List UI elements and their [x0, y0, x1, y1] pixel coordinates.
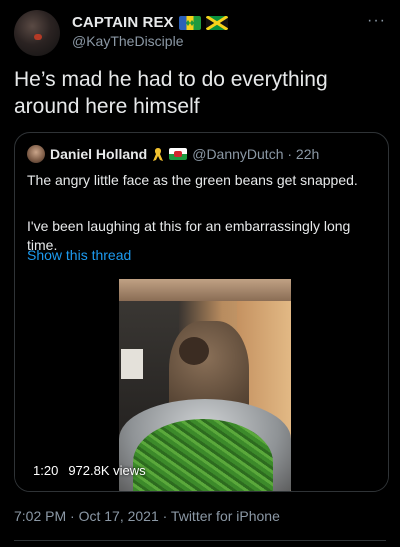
video-player[interactable]: 1:20 972.8K views: [15, 279, 388, 491]
author-name-row: CAPTAIN REX: [72, 14, 228, 31]
tweet-timestamp[interactable]: 7:02 PM · Oct 17, 2021 · Twitter for iPh…: [14, 508, 280, 524]
tweet-header: CAPTAIN REX @KayTheDisciple ···: [14, 10, 386, 58]
tweet-text: He’s mad he had to do everything around …: [14, 68, 328, 118]
quoted-tweet[interactable]: Daniel Holland @DannyDutch · 22h The ang…: [14, 132, 389, 492]
video-duration: 1:20: [33, 463, 59, 478]
quoted-handle-time: @DannyDutch · 22h: [192, 146, 320, 162]
wales-flag-icon: [169, 148, 188, 160]
quoted-tweet-text: The angry little face as the green beans…: [27, 172, 358, 188]
quoted-author-name: Daniel Holland: [50, 146, 148, 162]
author-display-name[interactable]: CAPTAIN REX: [72, 14, 174, 31]
author-handle[interactable]: @KayTheDisciple: [72, 33, 183, 49]
quoted-tweet-header: Daniel Holland @DannyDutch · 22h: [27, 145, 319, 163]
saint-vincent-flag-icon: [178, 15, 201, 30]
video-views: 972.8K views: [68, 463, 146, 478]
jamaica-flag-icon: [205, 15, 228, 30]
divider: [14, 540, 386, 541]
more-options-icon[interactable]: ···: [367, 12, 386, 30]
ribbon-icon: [153, 147, 164, 161]
video-meta: 1:20 972.8K views: [33, 463, 146, 478]
show-thread-link[interactable]: Show this thread: [27, 247, 131, 263]
author-avatar[interactable]: [14, 10, 60, 56]
quoted-author-avatar: [27, 145, 45, 163]
video-thumbnail: [119, 279, 291, 491]
